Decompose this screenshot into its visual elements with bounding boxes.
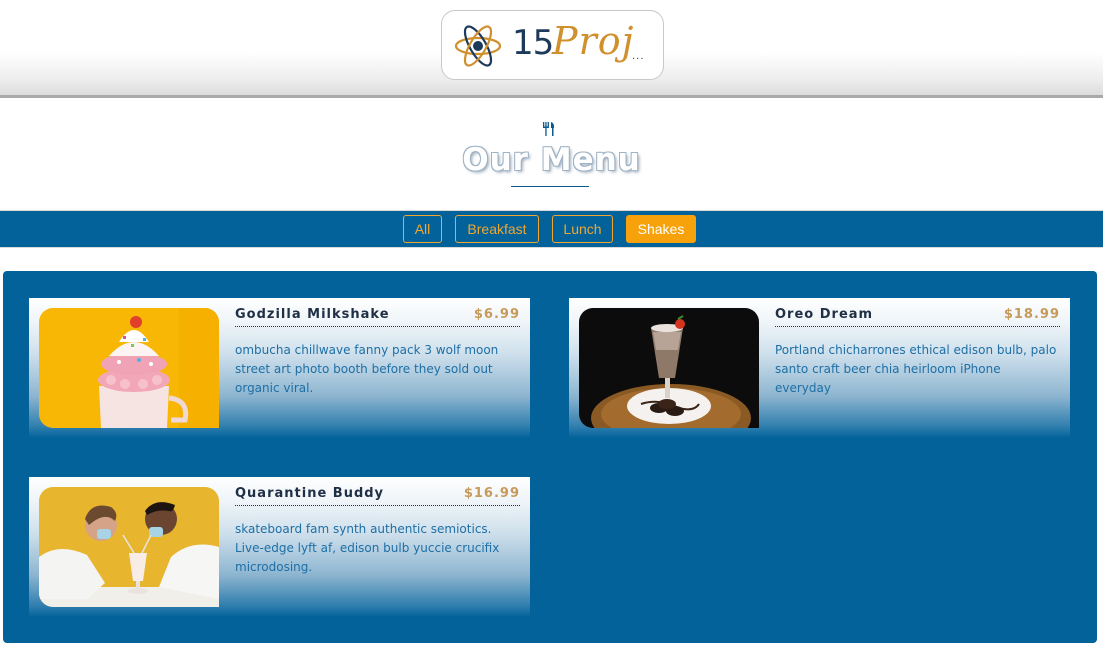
menu-item-photo bbox=[39, 487, 219, 607]
filter-button-all[interactable]: All bbox=[403, 215, 442, 243]
logo[interactable]: 15 Proj ... bbox=[441, 10, 664, 80]
menu-item-description: ombucha chillwave fanny pack 3 wolf moon… bbox=[235, 343, 499, 395]
menu-item-name: Godzilla Milkshake bbox=[235, 307, 390, 322]
menu-item-divider bbox=[235, 505, 520, 506]
filter-button-lunch[interactable]: Lunch bbox=[552, 215, 613, 243]
logo-number: 15 bbox=[512, 23, 554, 63]
title-underline bbox=[511, 186, 589, 187]
fork-knife-icon bbox=[543, 122, 555, 136]
filter-bar: All Breakfast Lunch Shakes bbox=[0, 210, 1103, 248]
page-title: Our Menu bbox=[462, 142, 641, 178]
menu-item-photo bbox=[579, 308, 759, 428]
menu-item-price: $16.99 bbox=[463, 486, 520, 501]
site-header: 15 Proj ... bbox=[0, 0, 1103, 98]
logo-word: Proj bbox=[552, 19, 635, 63]
menu-title-section: Our Menu bbox=[0, 98, 1103, 210]
menu-item-divider bbox=[235, 326, 520, 327]
menu-item-price: $18.99 bbox=[1003, 307, 1060, 322]
filter-button-shakes[interactable]: Shakes bbox=[626, 215, 696, 243]
menu-item-price: $6.99 bbox=[473, 307, 520, 322]
menu-item-description: Portland chicharrones ethical edison bul… bbox=[775, 343, 1057, 395]
filter-button-breakfast[interactable]: Breakfast bbox=[455, 215, 539, 243]
menu-item-divider bbox=[775, 326, 1060, 327]
menu-item-description: skateboard fam synth authentic semiotics… bbox=[235, 522, 500, 574]
menu-items-panel: Godzilla Milkshake $6.99 ombucha chillwa… bbox=[3, 271, 1097, 643]
menu-item-card[interactable]: Quarantine Buddy $16.99 skateboard fam s… bbox=[29, 477, 530, 617]
menu-item-card[interactable]: Oreo Dream $18.99 Portland chicharrones … bbox=[569, 298, 1070, 438]
atom-icon bbox=[454, 25, 502, 67]
menu-item-card[interactable]: Godzilla Milkshake $6.99 ombucha chillwa… bbox=[29, 298, 530, 438]
menu-item-name: Quarantine Buddy bbox=[235, 486, 385, 501]
menu-item-photo bbox=[39, 308, 219, 428]
menu-item-name: Oreo Dream bbox=[775, 307, 874, 322]
logo-dots: ... bbox=[632, 51, 645, 62]
